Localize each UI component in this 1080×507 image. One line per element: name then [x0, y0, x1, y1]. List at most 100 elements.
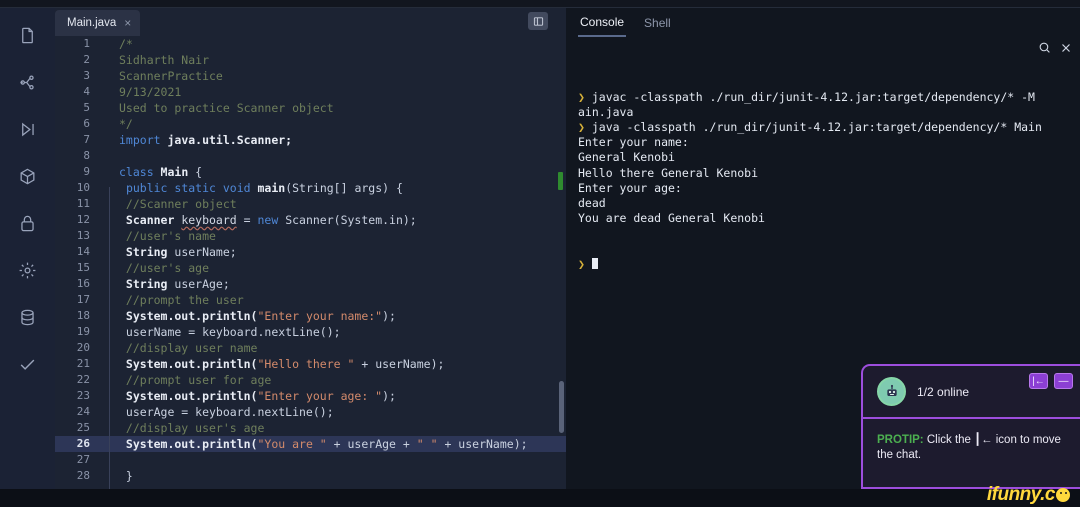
line-number: 21 [76, 357, 90, 370]
text-cursor [591, 257, 598, 269]
console-line: General Kenobi [578, 150, 675, 165]
code-text: //prompt user for age [119, 373, 272, 387]
code-text: Used to practice Scanner object [119, 101, 334, 115]
chat-widget: 1/2 online |← — PROTIP: Click the ┃← ico… [861, 364, 1080, 489]
code-line[interactable]: 16 String userAge; [55, 276, 566, 300]
file-icon[interactable] [13, 20, 43, 50]
code-line[interactable]: 5 Used to practice Scanner object [55, 100, 566, 116]
code-line[interactable]: 28 } [55, 468, 566, 489]
line-number: 13 [76, 229, 90, 242]
tab-main-java[interactable]: Main.java × [55, 10, 141, 36]
ifunny-watermark: ifunny.c [987, 484, 1070, 506]
code-line[interactable]: 7 import java.util.Scanner; [55, 132, 566, 148]
code-text: ScannerPractice [119, 69, 223, 83]
code-line[interactable]: 2 Sidharth Nair [55, 52, 566, 68]
layout-panel-icon[interactable] [528, 12, 548, 30]
console-output[interactable]: ❯ javac -classpath ./run_dir/junit-4.12.… [566, 38, 1080, 302]
line-number: 7 [83, 133, 90, 146]
git-change-marker [558, 172, 563, 190]
line-number: 19 [76, 325, 90, 338]
code-text: System.out.println("Hello there " + user… [119, 357, 445, 371]
code-line[interactable]: 12 Scanner keyboard = new Scanner(System… [55, 212, 566, 236]
line-number: 1 [83, 37, 90, 50]
code-text: userAge = keyboard.nextLine(); [119, 405, 334, 419]
minimize-icon[interactable]: — [1054, 373, 1073, 389]
code-text: Scanner keyboard = new Scanner(System.in… [119, 213, 417, 227]
code-text: /* [119, 37, 133, 51]
code-line[interactable]: 24 userAge = keyboard.nextLine(); [55, 404, 566, 428]
console-line: ❯ javac -classpath ./run_dir/junit-4.12.… [578, 89, 1035, 104]
line-number: 5 [83, 101, 90, 114]
code-line[interactable]: 9 class Main { [55, 164, 566, 180]
chat-message: PROTIP: Click the ┃← icon to move the ch… [863, 419, 1080, 463]
code-text: class Main { [119, 165, 203, 179]
prompt-icon: ❯ [578, 120, 585, 135]
code-line[interactable]: 6 */ [55, 116, 566, 132]
code-line[interactable]: 1 /* [55, 36, 566, 52]
code-line[interactable]: 10 public static void main(String[] args… [55, 180, 566, 204]
code-line[interactable]: 25 //display user's age [55, 420, 566, 444]
code-line[interactable]: 20 //display user name [55, 340, 566, 364]
code-line[interactable]: 17 //prompt the user [55, 292, 566, 316]
line-number: 11 [76, 197, 90, 210]
line-number: 15 [76, 261, 90, 274]
editor-scrollbar[interactable] [559, 381, 564, 433]
code-text: Sidharth Nair [119, 53, 210, 67]
code-line[interactable]: 23 System.out.println("Enter your age: "… [55, 388, 566, 412]
code-line[interactable]: 21 System.out.println("Hello there " + u… [55, 356, 566, 380]
replit-ide-window: Main.java × 1 /* 2 Sidharth Nair 3 ScannerPra… [0, 0, 1080, 507]
code-line[interactable]: 19 userName = keyboard.nextLine(); [55, 324, 566, 348]
smiley-icon [1056, 488, 1070, 502]
code-line[interactable]: 27 [55, 452, 566, 476]
package-icon[interactable] [13, 161, 43, 191]
database-icon[interactable] [13, 302, 43, 332]
line-number: 14 [76, 245, 90, 258]
line-number: 24 [76, 405, 90, 418]
code-line[interactable]: 26 System.out.println("You are " + userA… [55, 436, 566, 460]
console-line: ain.java [578, 104, 634, 119]
code-line[interactable]: 13 //user's name [55, 228, 566, 252]
run-icon[interactable] [13, 114, 43, 144]
code-line[interactable]: 8 [55, 148, 566, 164]
code-line[interactable]: 15 //user's age [55, 260, 566, 284]
console-line: ❯ java -classpath ./run_dir/junit-4.12.j… [578, 120, 1042, 135]
line-number: 4 [83, 85, 90, 98]
move-left-icon[interactable]: |← [1029, 373, 1048, 389]
close-icon[interactable]: × [124, 17, 131, 29]
code-line[interactable]: 14 String userName; [55, 244, 566, 268]
line-number: 17 [76, 293, 90, 306]
search-icon[interactable] [1038, 41, 1051, 54]
check-icon[interactable] [13, 349, 43, 379]
line-number: 12 [76, 213, 90, 226]
tab-shell[interactable]: Shell [642, 11, 673, 36]
lock-icon[interactable] [13, 208, 43, 238]
line-number: 8 [83, 149, 90, 162]
line-number: 16 [76, 277, 90, 290]
console-tabbar: Console Shell [566, 8, 1080, 38]
code-line[interactable]: 3 ScannerPractice [55, 68, 566, 84]
code-editor[interactable]: 1 /* 2 Sidharth Nair 3 ScannerPractice 4 9/13/2… [55, 36, 566, 489]
line-number: 18 [76, 309, 90, 322]
console-line: Enter your name: [578, 135, 689, 150]
line-number: 2 [83, 53, 90, 66]
line-number: 6 [83, 117, 90, 130]
watermark-text: ifunny.c [986, 484, 1056, 505]
close-icon[interactable] [1060, 42, 1072, 54]
prompt-icon: ❯ [578, 256, 585, 271]
console-line: dead [578, 196, 606, 211]
console-input-line[interactable]: ❯ [578, 257, 1070, 272]
code-line[interactable]: 22 //prompt user for age [55, 372, 566, 396]
activity-rail [0, 8, 55, 489]
git-branch-icon[interactable] [13, 67, 43, 97]
tab-console[interactable]: Console [578, 10, 627, 37]
code-line[interactable]: 11 //Scanner object [55, 196, 566, 220]
code-line[interactable]: 4 9/13/2021 [55, 84, 566, 100]
line-number: 10 [76, 181, 90, 194]
editor-pane: Main.java × 1 /* 2 Sidharth Nair 3 ScannerPra… [55, 8, 566, 489]
code-line[interactable]: 18 System.out.println("Enter your name:"… [55, 308, 566, 332]
line-number: 3 [83, 69, 90, 82]
code-text: //user's name [119, 229, 216, 243]
gear-icon[interactable] [13, 255, 43, 285]
line-number: 9 [83, 165, 90, 178]
code-text: System.out.println("You are " + userAge … [119, 437, 528, 451]
